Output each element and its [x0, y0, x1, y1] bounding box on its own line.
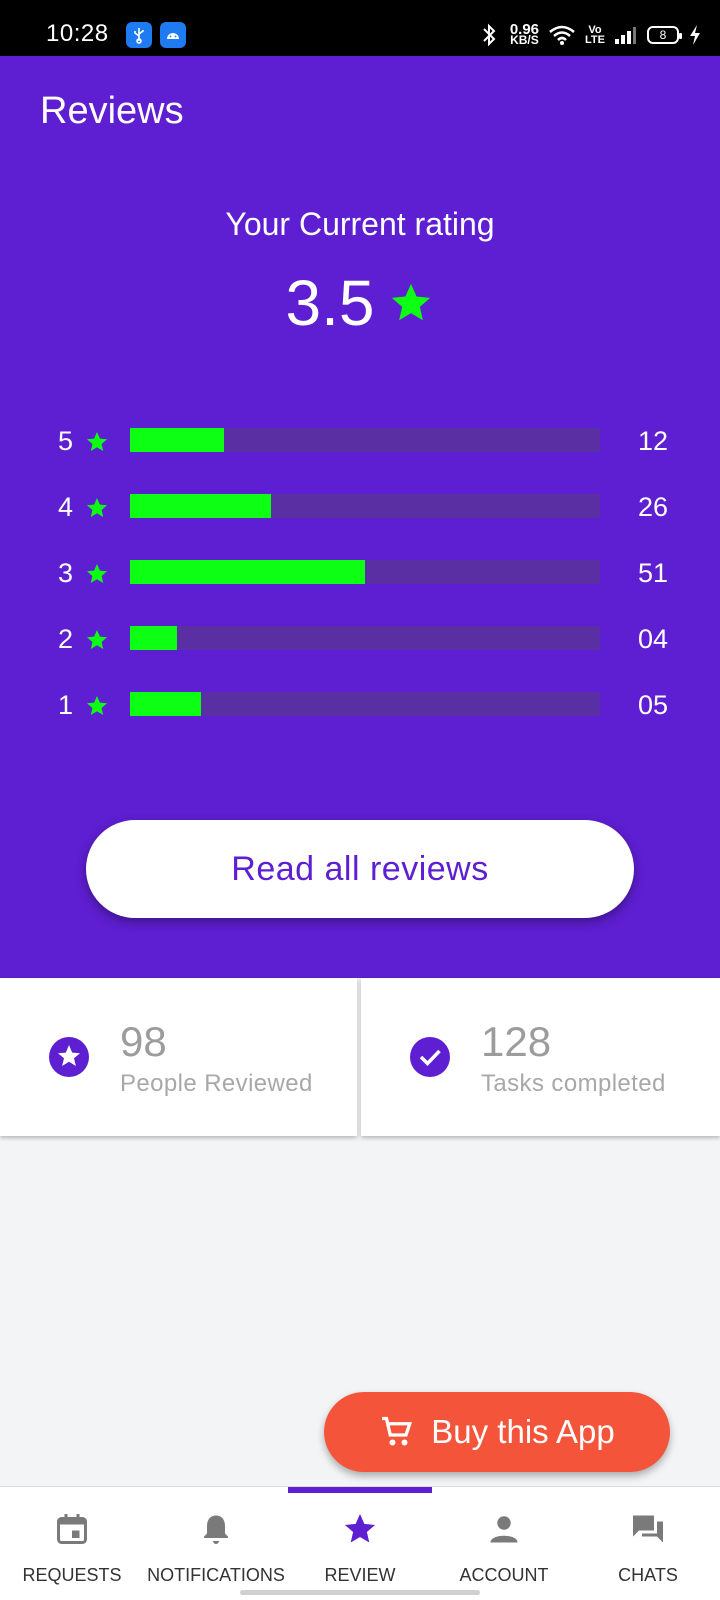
tasks-completed-label: Tasks completed	[481, 1070, 666, 1097]
status-icons: 0.96 KB/S Vo LTE 8	[479, 20, 702, 50]
nav-item-review[interactable]: REVIEW	[288, 1487, 432, 1600]
nav-label: CHATS	[618, 1565, 678, 1585]
rating-bar-fill	[130, 428, 224, 452]
buy-app-label: Buy this App	[431, 1413, 615, 1450]
rating-row-2: 2 04	[58, 624, 668, 690]
bell-icon	[204, 1515, 228, 1544]
star-icon	[345, 1514, 375, 1543]
network-speed-unit: KB/S	[510, 33, 539, 47]
reviews-header: Reviews Your Current rating 3.5 5 12 4 2…	[0, 56, 720, 978]
buy-app-button[interactable]: Buy this App	[324, 1392, 670, 1472]
network-speed: 0.96 KB/S	[510, 22, 539, 47]
rating-stars-label: 3	[58, 558, 74, 588]
star-icon	[87, 564, 107, 583]
bluetooth-icon	[483, 23, 496, 47]
star-icon	[87, 630, 107, 649]
stats-section: 98 People Reviewed 128 Tasks completed	[0, 978, 720, 1138]
rating-count: 04	[637, 624, 668, 654]
cart-icon	[382, 1416, 413, 1446]
status-time: 10:28	[46, 20, 109, 47]
nav-label: NOTIFICATIONS	[147, 1565, 285, 1585]
nav-label: ACCOUNT	[459, 1565, 549, 1585]
rating-count: 12	[637, 426, 668, 456]
rating-bar-track	[130, 626, 600, 650]
rating-row-3: 3 51	[58, 558, 668, 624]
calendar-icon	[57, 1514, 87, 1544]
rating-value: 3.5	[285, 267, 375, 339]
rating-stars-label: 1	[58, 690, 74, 720]
tasks-completed-card: 128 Tasks completed	[361, 978, 720, 1136]
read-all-reviews-button[interactable]: Read all reviews	[86, 820, 634, 918]
nav-label: REVIEW	[324, 1565, 396, 1585]
check-circle-icon	[410, 1037, 450, 1077]
people-reviewed-value: 98	[120, 1018, 167, 1065]
nav-item-notifications[interactable]: NOTIFICATIONS	[144, 1487, 288, 1600]
status-bar: 10:28 0.96 KB/S Vo LTE 8	[0, 0, 720, 56]
bottom-navigation: REQUESTS NOTIFICATIONS REVIEW ACCOUNT CH…	[0, 1486, 720, 1600]
volte-bottom: LTE	[585, 34, 605, 46]
star-icon	[87, 498, 107, 517]
rating-row-5: 5 12	[58, 426, 668, 492]
rating-stars-label: 5	[58, 426, 74, 456]
rating-row-1: 1 05	[58, 690, 668, 756]
current-rating: 3.5	[0, 266, 720, 340]
battery-icon: 8	[647, 26, 682, 44]
android-notification-icon	[160, 22, 186, 48]
nav-item-chats[interactable]: CHATS	[576, 1487, 720, 1600]
rating-count: 05	[637, 690, 668, 720]
rating-breakdown: 5 12 4 26 3 51 2 04 1 05	[58, 426, 668, 756]
home-indicator	[240, 1590, 480, 1595]
rating-count: 51	[637, 558, 668, 588]
people-reviewed-card: 98 People Reviewed	[0, 978, 357, 1136]
nav-item-account[interactable]: ACCOUNT	[432, 1487, 576, 1600]
star-icon	[392, 283, 431, 321]
charging-icon	[690, 25, 700, 45]
star-circle-icon	[49, 1037, 89, 1077]
rating-caption: Your Current rating	[225, 206, 495, 242]
people-reviewed-label: People Reviewed	[120, 1070, 313, 1097]
tasks-completed-value: 128	[481, 1018, 552, 1065]
chat-icon	[633, 1515, 663, 1543]
rating-bar-fill	[130, 494, 271, 518]
usb-notification-icon	[126, 22, 152, 48]
wifi-icon	[549, 25, 575, 45]
rating-bar-track	[130, 494, 600, 518]
rating-bar-fill	[130, 692, 201, 716]
page-title: Reviews	[40, 90, 184, 132]
rating-bar-track	[130, 560, 600, 584]
volte-indicator: Vo LTE	[585, 25, 605, 46]
rating-stars-label: 4	[58, 492, 74, 522]
rating-count: 26	[637, 492, 668, 522]
star-icon	[87, 432, 107, 451]
rating-bar-fill	[130, 560, 365, 584]
nav-label: REQUESTS	[22, 1565, 122, 1585]
star-icon	[87, 696, 107, 715]
rating-row-4: 4 26	[58, 492, 668, 558]
signal-icon	[615, 27, 636, 44]
rating-bar-fill	[130, 626, 177, 650]
rating-stars-label: 2	[58, 624, 74, 654]
nav-item-requests[interactable]: REQUESTS	[0, 1487, 144, 1600]
rating-bar-track	[130, 692, 600, 716]
rating-bar-track	[130, 428, 600, 452]
person-icon	[490, 1516, 518, 1543]
